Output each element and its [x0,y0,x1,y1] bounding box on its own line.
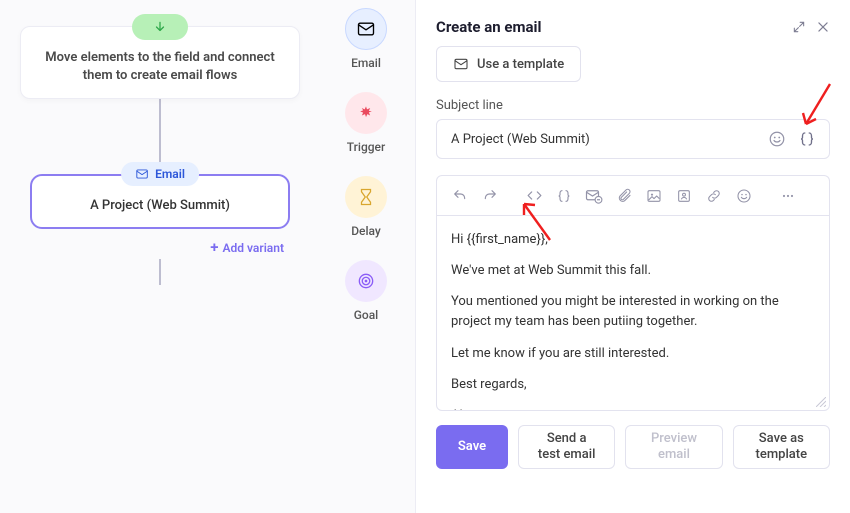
palette-email[interactable]: Email [345,8,387,70]
palette-label: Trigger [347,140,385,154]
palette-label: Delay [351,224,381,238]
start-node[interactable]: Move elements to the field and connect t… [20,26,300,99]
subject-label: Subject line [436,98,830,113]
send-test-label: Send a test email [535,431,598,462]
panel-title: Create an email [436,18,541,36]
email-body-editor[interactable]: Hi {{first_name}}, We've met at Web Summ… [436,215,830,411]
attach-icon[interactable] [611,183,637,209]
email-node-pill: Email [121,162,199,186]
add-variant-button[interactable]: + Add variant [210,240,284,255]
preview-label: Preview email [642,431,705,462]
palette-delay[interactable]: Delay [345,176,387,238]
unsubscribe-icon[interactable] [581,183,607,209]
emoji-icon[interactable] [768,130,786,148]
email-icon [453,56,469,72]
use-template-button[interactable]: Use a template [436,46,581,82]
trigger-icon [356,103,376,123]
preview-button[interactable]: Preview email [625,425,722,469]
palette-trigger[interactable]: Trigger [345,92,387,154]
body-line: Best regards, [451,375,815,395]
add-variant-label: Add variant [223,241,285,255]
save-button[interactable]: Save [436,425,508,469]
start-knob [132,14,188,40]
delay-icon [357,188,375,206]
save-label: Save [458,439,486,455]
editor-toolbar [436,175,830,215]
emoji-icon[interactable] [731,183,757,209]
panel-actions: Save Send a test email Preview email Sav… [436,425,830,469]
body-line: Alan [451,406,815,411]
flow-container: Move elements to the field and connect t… [20,32,300,285]
palette-label: Email [351,56,381,70]
email-icon [356,19,376,39]
variable-icon[interactable] [798,130,816,148]
email-editor-panel: Create an email Use a template Subject l… [415,0,850,513]
email-icon [135,167,149,181]
connector [159,259,161,285]
redo-icon[interactable] [477,183,503,209]
code-icon[interactable] [521,183,547,209]
flow-canvas[interactable]: Email Trigger Delay Goal [0,0,415,513]
email-pill-label: Email [155,167,185,181]
body-line: Hi {{first_name}}, [451,230,815,250]
element-palette: Email Trigger Delay Goal [332,8,400,322]
body-line: We've met at Web Summit this fall. [451,261,815,281]
palette-goal[interactable]: Goal [345,260,387,322]
close-icon[interactable] [816,20,830,34]
body-line: Let me know if you are still interested. [451,344,815,364]
start-hint: Move elements to the field and connect t… [39,49,281,84]
image-icon[interactable] [641,183,667,209]
more-icon[interactable] [775,183,801,209]
palette-label: Goal [354,308,379,322]
body-line: You mentioned you might be interested in… [451,292,815,332]
save-template-button[interactable]: Save as template [733,425,830,469]
goal-icon [356,271,376,291]
save-template-label: Save as template [750,431,813,462]
link-icon[interactable] [701,183,727,209]
use-template-label: Use a template [477,57,564,72]
signature-icon[interactable] [671,183,697,209]
expand-icon[interactable] [792,20,806,34]
arrow-down-icon [153,20,167,34]
resize-icon [816,397,826,407]
variable-icon[interactable] [551,183,577,209]
undo-icon[interactable] [447,183,473,209]
send-test-button[interactable]: Send a test email [518,425,615,469]
email-node[interactable]: Email A Project (Web Summit) + Add varia… [30,174,290,229]
